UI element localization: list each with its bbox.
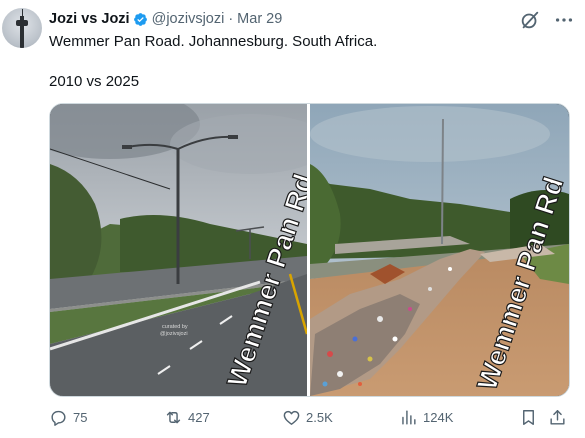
repost-button[interactable]: 427 [164,405,210,429]
views-chart-icon [402,409,416,425]
views-button[interactable]: 124K [399,405,453,429]
author-handle[interactable]: @jozivsjozi [152,11,225,27]
svg-text:curated by: curated by [162,324,188,330]
post-date[interactable]: Mar 29 [237,11,282,27]
tweet-text-line2: 2010 vs 2025 [49,73,140,90]
avatar[interactable] [2,8,42,48]
photo-2025: Wemmer Pan Rd [310,104,569,396]
comparison-photo: curated by @jozivsjozi Wemmer Pan Rd Wem… [50,104,569,396]
svg-text:@jozivsjozi: @jozivsjozi [160,331,188,337]
tweet-header: Jozi vs Jozi @jozivsjozi · Mar 29 [49,10,282,28]
share-button[interactable] [548,405,567,429]
tweet-text: Wemmer Pan Road. Johannesburg. South Afr… [49,32,569,92]
view-count: 124K [423,409,454,425]
author-name[interactable]: Jozi vs Jozi [49,11,130,27]
media-image[interactable]: curated by @jozivsjozi Wemmer Pan Rd Wem… [49,103,570,397]
tweet-text-line1: Wemmer Pan Road. Johannesburg. South Afr… [49,33,378,50]
action-bar: 75 427 2.5K 124K [49,405,571,429]
like-count: 2.5K [306,409,333,425]
repost-icon [166,411,181,423]
share-icon [550,409,565,425]
watermark: curated by @jozivsjozi [160,324,188,337]
grok-icon[interactable] [519,9,541,31]
bookmark-icon [523,409,534,425]
heart-icon [283,410,300,425]
separator-dot: · [228,11,234,27]
reply-button[interactable]: 75 [49,405,87,429]
like-button[interactable]: 2.5K [282,405,333,429]
more-options-icon[interactable] [553,11,575,29]
verified-badge-icon [133,12,147,26]
repost-count: 427 [188,409,210,425]
photo-2010: curated by @jozivsjozi Wemmer Pan Rd [50,104,330,396]
bookmark-button[interactable] [519,405,538,429]
reply-count: 75 [73,409,88,425]
reply-icon [51,410,66,426]
